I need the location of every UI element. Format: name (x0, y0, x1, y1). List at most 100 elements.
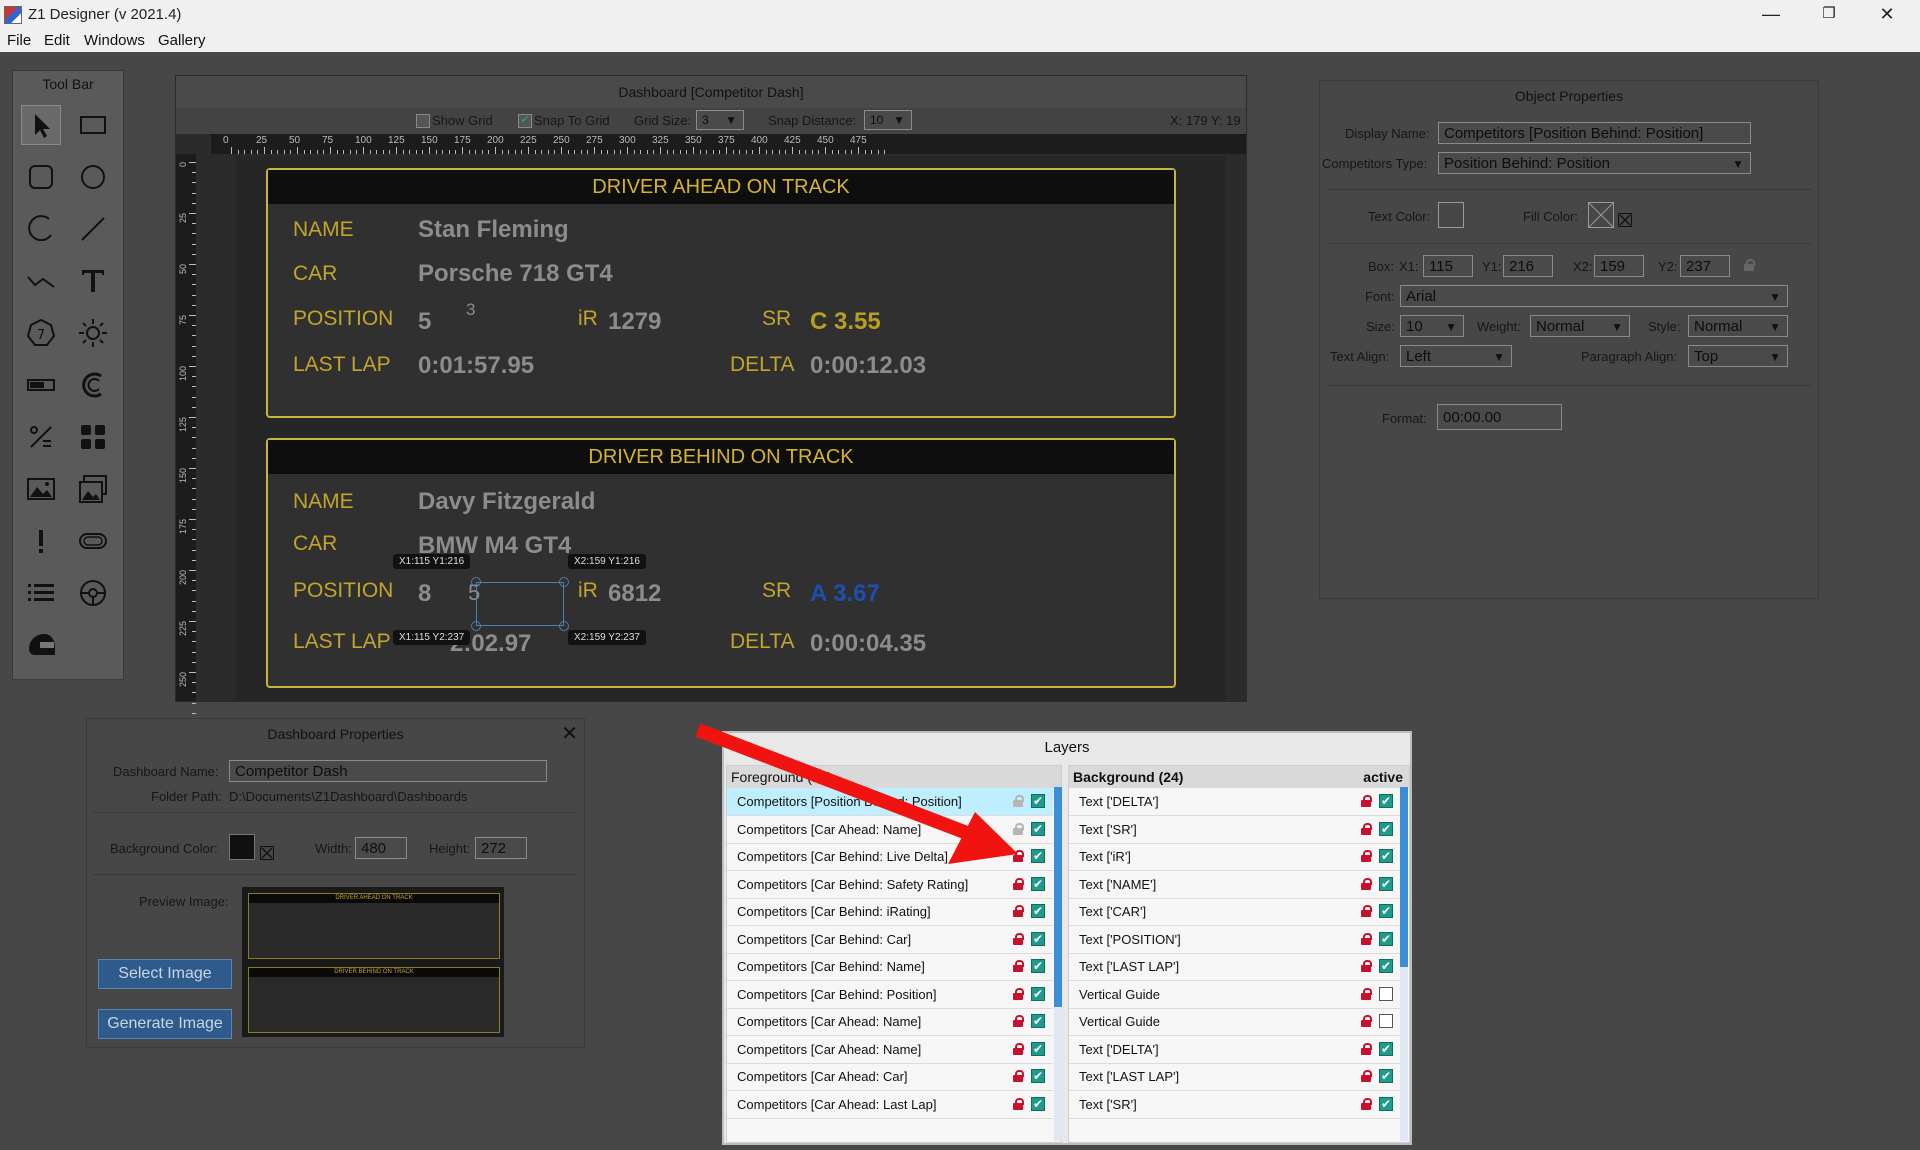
layer-active-checkbox[interactable]: ✔ (1031, 1096, 1045, 1111)
lock-icon[interactable] (1361, 1070, 1372, 1082)
background-scrollbar-thumb[interactable] (1400, 787, 1408, 967)
x2-input[interactable]: 159 (1594, 255, 1644, 277)
menu-windows[interactable]: Windows (84, 32, 145, 49)
lock-icon[interactable] (1013, 1042, 1024, 1055)
size-select[interactable]: 10 (1400, 315, 1464, 337)
layer-active-checkbox[interactable]: ✔ (1031, 986, 1045, 1001)
layer-row[interactable]: Text ['LAST LAP'] ✔ (1069, 1063, 1401, 1091)
driver-ahead-card[interactable]: DRIVER AHEAD ON TRACK NAME Stan Fleming … (266, 168, 1176, 418)
menu-file[interactable]: File (7, 32, 31, 49)
layer-row[interactable]: Text ['LAST LAP'] ✔ (1069, 953, 1401, 981)
layer-row[interactable]: Text ['iR'] ✔ (1069, 843, 1401, 871)
layer-row[interactable]: Competitors [Car Behind: Position] ✔ (727, 981, 1053, 1009)
lock-icon[interactable] (1013, 1015, 1024, 1027)
y1-input[interactable]: 216 (1503, 255, 1553, 277)
ahead-sr-value[interactable]: C 3.55 (810, 308, 881, 336)
light-tool[interactable] (73, 313, 113, 353)
lock-icon[interactable] (1361, 960, 1372, 972)
layer-active-checkbox[interactable]: ✔ (1031, 876, 1045, 891)
show-grid-checkbox[interactable] (416, 114, 430, 128)
lock-icon[interactable] (1013, 905, 1024, 917)
lock-icon[interactable] (1361, 822, 1372, 835)
ahead-name-label[interactable]: NAME (293, 218, 354, 242)
ahead-ir-label[interactable]: iR (578, 307, 598, 331)
weight-select[interactable]: Normal (1530, 315, 1630, 337)
behind-position-value[interactable]: 8 (418, 580, 431, 608)
layer-row[interactable]: Competitors [Car Behind: Car] ✔ (727, 926, 1053, 954)
layer-row[interactable]: Text ['NAME'] ✔ (1069, 871, 1401, 899)
widget-group-tool[interactable] (73, 417, 113, 457)
clear-background-icon[interactable] (260, 846, 274, 860)
lock-icon[interactable] (1013, 960, 1024, 972)
layer-active-checkbox[interactable]: ✔ (1379, 794, 1393, 808)
restore-button[interactable]: ❐ (1800, 0, 1858, 30)
clear-fill-icon[interactable] (1618, 213, 1632, 227)
layer-active-checkbox[interactable] (1379, 986, 1393, 1001)
pointer-tool[interactable] (21, 105, 61, 145)
fill-color-swatch[interactable] (1588, 202, 1614, 228)
layer-row[interactable]: Vertical Guide (1069, 1008, 1401, 1036)
height-input[interactable]: 272 (475, 837, 527, 859)
layer-row[interactable]: Vertical Guide (1069, 981, 1401, 1009)
layer-active-checkbox[interactable]: ✔ (1379, 1041, 1393, 1056)
dashboard-canvas[interactable]: DRIVER AHEAD ON TRACK NAME Stan Fleming … (236, 156, 1226, 701)
lock-icon[interactable] (1013, 877, 1024, 890)
layer-active-checkbox[interactable]: ✔ (1379, 1096, 1393, 1111)
rounded-rectangle-tool[interactable] (21, 157, 61, 197)
lock-icon[interactable] (1013, 932, 1024, 945)
foreground-scrollbar-thumb[interactable] (1054, 787, 1062, 1007)
layer-active-checkbox[interactable]: ✔ (1031, 1041, 1045, 1056)
gauge-tool[interactable] (73, 365, 113, 405)
menu-edit[interactable]: Edit (44, 32, 70, 49)
ahead-delta-label[interactable]: DELTA (730, 353, 795, 377)
alert-tool[interactable] (21, 521, 61, 561)
ahead-lastlap-value[interactable]: 0:01:57.95 (418, 352, 534, 380)
arc-tool[interactable] (21, 209, 61, 249)
steering-tool[interactable] (73, 573, 113, 613)
layer-row[interactable]: Text ['SR'] ✔ (1069, 816, 1401, 844)
competitors-type-select[interactable]: Position Behind: Position (1438, 152, 1751, 174)
lock-icon[interactable] (1361, 850, 1372, 862)
ahead-lastlap-label[interactable]: LAST LAP (293, 353, 391, 377)
close-window-button[interactable]: ✕ (1858, 0, 1916, 30)
layer-active-checkbox[interactable]: ✔ (1031, 959, 1045, 973)
track-map-tool[interactable] (73, 521, 113, 561)
layer-active-checkbox[interactable]: ✔ (1379, 1069, 1393, 1083)
select-image-button[interactable]: Select Image (98, 959, 232, 989)
ahead-position-value[interactable]: 5 (418, 308, 431, 336)
layer-row[interactable]: Competitors [Car Ahead: Name] ✔ (727, 1036, 1053, 1064)
resize-handle-tl[interactable] (471, 577, 481, 587)
dashboard-name-input[interactable]: Competitor Dash (229, 760, 547, 782)
ahead-sr-label[interactable]: SR (762, 307, 791, 331)
display-name-input[interactable]: Competitors [Position Behind: Position] (1438, 122, 1751, 144)
ellipse-tool[interactable] (73, 157, 113, 197)
background-color-swatch[interactable] (229, 834, 255, 860)
lock-icon[interactable] (1361, 905, 1372, 917)
background-layer-list[interactable]: Background (24) active Text ['DELTA'] ✔ Te… (1068, 765, 1410, 1143)
lock-icon[interactable] (1361, 1042, 1372, 1055)
layer-row[interactable]: Text ['DELTA'] ✔ (1069, 788, 1401, 816)
close-panel-icon[interactable]: ✕ (561, 721, 578, 746)
layer-active-checkbox[interactable]: ✔ (1379, 931, 1393, 946)
minimize-button[interactable]: — (1742, 0, 1800, 30)
x1-input[interactable]: 115 (1423, 255, 1473, 277)
layer-row[interactable]: Competitors [Car Behind: iRating] ✔ (727, 898, 1053, 926)
lock-icon[interactable] (1361, 1097, 1372, 1110)
layer-active-checkbox[interactable]: ✔ (1379, 849, 1393, 863)
bar-tool[interactable] (21, 365, 61, 405)
polyline-tool[interactable] (21, 261, 61, 301)
ahead-car-value[interactable]: Porsche 718 GT4 (418, 260, 613, 288)
driver-tool[interactable] (21, 625, 61, 665)
lock-icon[interactable] (1013, 1070, 1024, 1082)
ahead-name-value[interactable]: Stan Fleming (418, 216, 569, 244)
ahead-position-small[interactable]: 3 (466, 300, 475, 320)
ahead-delta-value[interactable]: 0:00:12.03 (810, 352, 926, 380)
style-select[interactable]: Normal (1688, 315, 1788, 337)
behind-position-label[interactable]: POSITION (293, 579, 393, 603)
layer-active-checkbox[interactable]: ✔ (1031, 931, 1045, 946)
driver-behind-card[interactable]: DRIVER BEHIND ON TRACK NAME Davy Fitzger… (266, 438, 1176, 688)
background-scrollbar[interactable] (1400, 787, 1408, 1141)
layer-row[interactable]: Competitors [Car Behind: Safety Rating] ✔ (727, 871, 1053, 899)
text-align-select[interactable]: Left (1400, 345, 1512, 367)
behind-ir-value[interactable]: 6812 (608, 580, 661, 608)
